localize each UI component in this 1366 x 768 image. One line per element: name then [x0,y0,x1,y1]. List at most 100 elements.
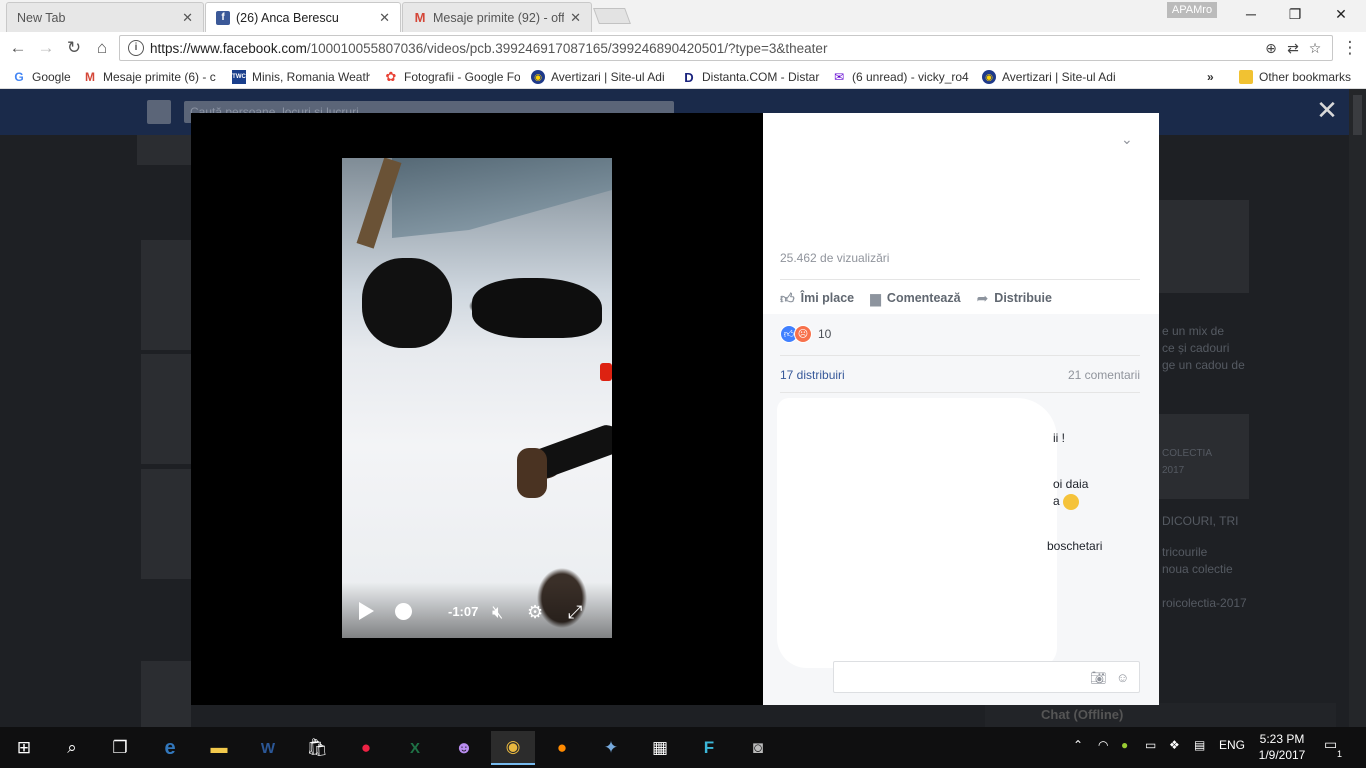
play-icon[interactable] [359,602,374,620]
comment-button[interactable]: ▆ Comentează [870,288,960,308]
restore-icon[interactable]: ❐ [1272,0,1318,28]
windows-start-icon[interactable]: ⊞ [2,731,46,765]
system-clock[interactable]: 5:23 PM 1/9/2017 [1254,731,1310,763]
fullscreen-icon[interactable]: ⤢ [568,602,582,623]
tab-title: (26) Anca Berescu [236,10,339,25]
photos-app-icon[interactable]: ✦ [589,731,633,765]
close-theater-icon[interactable]: ✕ [1316,97,1338,123]
bookmarks-bar: G Google M Mesaje primite (6) - c TWC Mi… [0,63,1366,89]
notifications-icon[interactable]: ▭ [1324,736,1337,753]
tab-facebook[interactable]: f (26) Anca Berescu ✕ [205,2,401,32]
settings-icon[interactable]: ⚙ [527,602,543,623]
bookmark-google-photos[interactable]: ✿ Fotografii - Google Fo [384,68,520,86]
camera-icon[interactable]: 📷︎ [1090,670,1107,686]
chat-bar[interactable]: Chat (Offline) [985,703,1336,727]
firefox-icon[interactable]: ● [540,731,584,765]
bookmarks-overflow-button[interactable]: » [1207,68,1221,86]
translate-icon[interactable]: ⇄ [1284,40,1302,58]
back-icon[interactable]: ← [8,38,28,58]
sidebar-text: tricourile noua colectie [1162,544,1233,578]
like-label: Îmi place [800,291,855,305]
keyboard-icon[interactable]: ▤ [1194,738,1205,752]
new-tab-button[interactable] [593,8,631,24]
bookmark-label: Other bookmarks [1259,70,1352,84]
minimize-icon[interactable]: ─ [1228,0,1274,28]
video-player[interactable]: -1:07 🔇︎ ⚙ ⤢ [342,158,612,638]
messenger-icon[interactable]: ☻ [442,731,486,765]
post-details-panel: ⌄ 25.462 de vizualizări 👍︎ Îmi place ▆ C… [763,113,1159,705]
facebook-logo-icon[interactable] [147,100,171,124]
like-button[interactable]: 👍︎ Îmi place [780,288,854,308]
google-photos-icon: ✿ [385,69,397,84]
divider [780,279,1140,280]
home-icon[interactable]: ⌂ [92,38,112,58]
f-app-icon[interactable]: F [687,731,731,765]
bookmark-distanta[interactable]: D Distanta.COM - Distar [682,68,820,86]
security-icon[interactable]: ● [1121,738,1128,752]
bookmark-weather[interactable]: TWC Minis, Romania Weath [232,68,370,86]
reactions-summary[interactable]: 👍︎ ☹ 10 [780,325,831,343]
mute-icon[interactable]: 🔇︎ [492,602,503,623]
bookmark-gmail[interactable]: M Mesaje primite (6) - c [83,68,219,86]
tab-new-tab[interactable]: New Tab ✕ [6,2,204,32]
sidebar-snippet: e un mix de [1162,324,1225,338]
calculator-icon[interactable]: ▦ [638,731,682,765]
edge-icon[interactable]: e [148,731,192,765]
other-bookmarks[interactable]: Other bookmarks [1239,68,1359,86]
word-icon[interactable]: W [246,731,290,765]
camera-app-icon[interactable]: ◙ [736,731,780,765]
bookmark-avertizari-2[interactable]: ◉ Avertizari | Site-ul Adi [982,68,1120,86]
close-window-icon[interactable]: ✕ [1318,0,1364,28]
bookmark-yahoo-mail[interactable]: ✉ (6 unread) - vicky_ro4 [832,68,972,86]
language-indicator[interactable]: ENG [1219,738,1245,752]
scrubber-handle[interactable] [395,603,412,620]
reload-icon[interactable]: ↻ [64,38,84,58]
share-button[interactable]: ➦ Distribuie [977,288,1052,308]
forward-icon[interactable]: → [36,38,56,58]
bookmark-label: Avertizari | Site-ul Adi [551,70,665,84]
search-icon[interactable]: ⌕ [50,731,94,765]
profile-button[interactable]: APAMro [1167,2,1217,18]
bookmark-label: (6 unread) - vicky_ro4 [852,70,969,84]
video-frame-tarp [392,158,612,238]
comment-fragment: boschetari [1047,539,1103,553]
sidebar-snippet: tricourile [1162,545,1208,559]
bookmark-google[interactable]: G Google [12,68,82,86]
battery-icon[interactable]: ▭ [1145,738,1156,752]
app-icon[interactable]: ● [344,731,388,765]
comments-link[interactable]: 21 comentarii [1068,368,1140,382]
chevron-down-icon[interactable]: ⌄ [1121,131,1133,148]
comment-input[interactable]: 📷︎ ☺ [833,661,1140,693]
tray-overflow-icon[interactable]: ⌃ [1073,738,1083,752]
chrome-icon[interactable]: ◉ [491,731,535,765]
wifi-icon[interactable]: ◠ [1098,738,1108,752]
bookmark-avertizari[interactable]: ◉ Avertizari | Site-ul Adi [531,68,671,86]
zoom-icon[interactable]: ⊕ [1262,40,1280,58]
close-tab-icon[interactable]: ✕ [182,10,193,26]
address-bar[interactable]: i https://www.facebook.com/1000100558070… [119,35,1333,61]
page-scrollbar[interactable] [1349,89,1366,727]
bookmark-label: Minis, Romania Weath [252,70,370,84]
scrollbar-thumb[interactable] [1353,95,1362,135]
emoji-icon[interactable]: ☺ [1116,670,1129,685]
weather-channel-icon: TWC [232,70,246,84]
background-photo [141,354,191,464]
close-tab-icon[interactable]: ✕ [379,10,390,26]
notifications-count: 1 [1337,749,1343,759]
close-tab-icon[interactable]: ✕ [570,10,581,26]
dropbox-icon[interactable]: ❖ [1169,738,1180,752]
tab-gmail[interactable]: M Mesaje primite (92) - off ✕ [402,2,592,32]
profile-tab [137,135,191,165]
facebook-icon: f [216,10,230,25]
shares-link[interactable]: 17 distribuiri [780,368,845,382]
info-icon[interactable]: i [128,40,144,56]
file-explorer-icon[interactable]: ▬ [197,731,241,765]
menu-icon[interactable]: ⋮ [1340,38,1360,58]
excel-icon[interactable]: X [393,731,437,765]
star-icon[interactable]: ☆ [1306,40,1324,58]
folder-icon [1239,70,1253,84]
video-frame-dog [362,258,452,348]
task-view-icon[interactable]: ❐ [98,731,142,765]
store-icon[interactable]: 🛍︎ [295,731,339,765]
sidebar-text: roicolectia-2017 [1162,595,1247,612]
